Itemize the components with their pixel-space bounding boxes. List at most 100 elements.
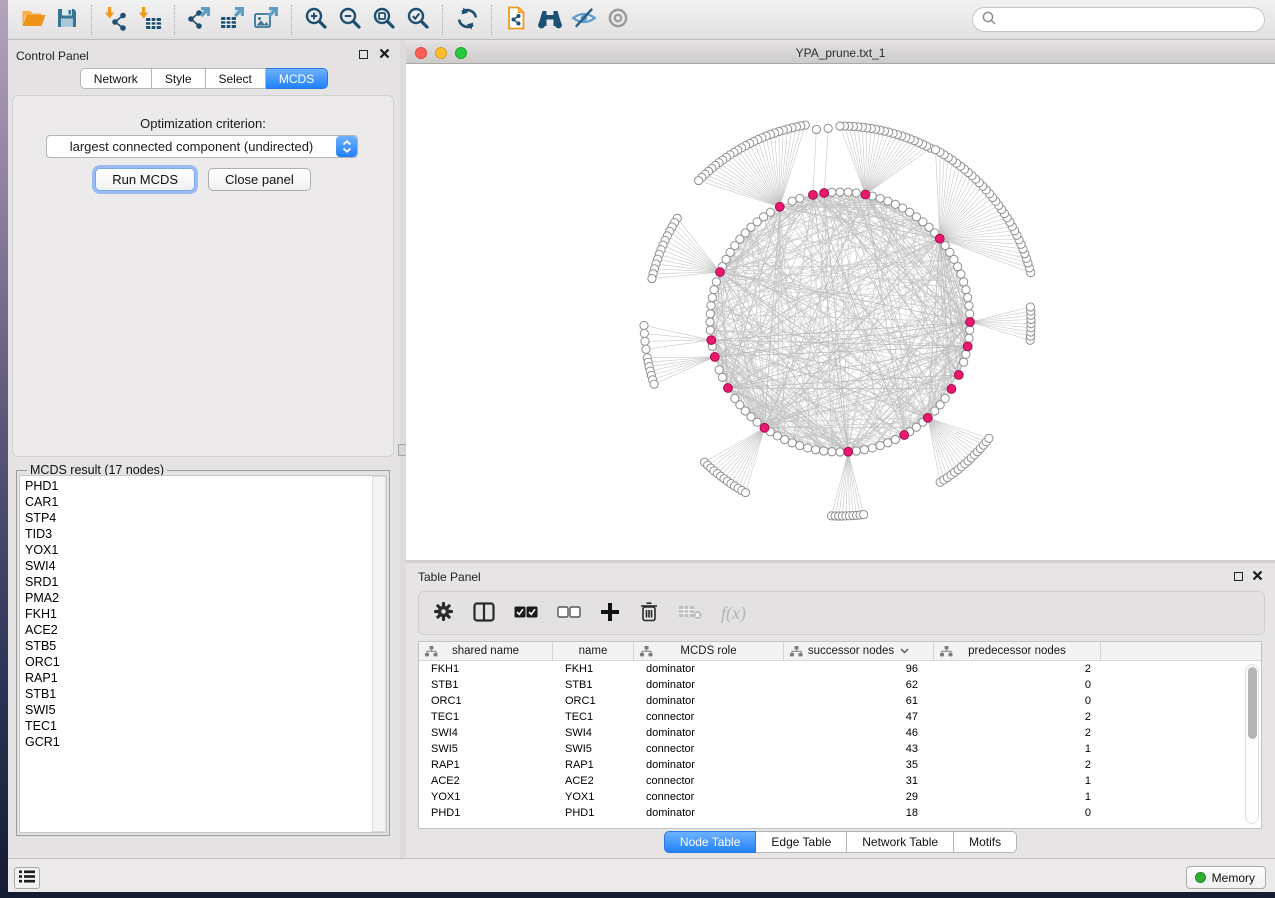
node-table-body[interactable]: FKH1FKH1dominator962STB1STB1dominator620… [419,661,1261,828]
show-panels-menu-button[interactable] [14,867,40,889]
mcds-result-item[interactable]: ORC1 [20,654,386,670]
show-selected-button[interactable] [601,4,635,36]
table-cell: dominator [634,725,784,741]
network-window-titlebar[interactable]: YPA_prune.txt_1 [406,42,1275,64]
export-image-button[interactable] [250,4,284,36]
zoom-out-icon [337,5,363,34]
hide-selected-button[interactable] [567,4,601,36]
table-row[interactable]: SWI4SWI4dominator462 [419,725,1261,741]
mcds-result-item[interactable]: FKH1 [20,606,386,622]
mcds-result-item[interactable]: STB1 [20,686,386,702]
column-header-successor-nodes[interactable]: successor nodes [784,642,934,660]
mcds-result-item[interactable]: SWI4 [20,558,386,574]
table-cell: ORC1 [553,693,634,709]
close-panel-icon[interactable] [379,48,390,62]
tab-mcds[interactable]: MCDS [266,68,328,89]
tree-icon [790,646,803,660]
delete-column-button[interactable] [639,600,659,626]
deselect-all-columns-button[interactable] [557,600,581,626]
table-scrollbar-thumb[interactable] [1248,667,1257,739]
mcds-result-item[interactable]: GCR1 [20,734,386,750]
mcds-result-item[interactable]: SWI5 [20,702,386,718]
tab-network[interactable]: Network [80,68,152,89]
export-network-button[interactable] [182,4,216,36]
column-header-name[interactable]: name [553,642,634,660]
mcds-result-item[interactable]: PMA2 [20,590,386,606]
memory-status-icon [1195,872,1206,883]
memory-button[interactable]: Memory [1186,866,1266,889]
network-canvas[interactable] [406,64,1275,560]
refresh-button[interactable] [450,4,484,36]
window-maximize-button[interactable] [455,47,467,59]
table-row[interactable]: PHD1PHD1dominator180 [419,805,1261,821]
open-file-button[interactable] [16,4,50,36]
table-cell: SWI4 [419,725,553,741]
optimization-criterion-select[interactable]: largest connected component (undirected) [46,135,358,158]
column-header-mcds-role[interactable]: MCDS role [634,642,784,660]
mcds-result-item[interactable]: YOX1 [20,542,386,558]
table-row[interactable]: RAP1RAP1dominator352 [419,757,1261,773]
save-session-button[interactable] [50,4,84,36]
run-mcds-button[interactable]: Run MCDS [95,168,195,191]
table-row[interactable]: ORC1ORC1dominator610 [419,693,1261,709]
mcds-result-item[interactable]: RAP1 [20,670,386,686]
mcds-result-item[interactable]: SRD1 [20,574,386,590]
toolbar-search[interactable] [972,7,1265,32]
mcds-result-item[interactable]: STB5 [20,638,386,654]
table-cell: PHD1 [553,805,634,821]
select-all-columns-button[interactable] [514,600,538,626]
import-table-button[interactable] [133,4,167,36]
trash-icon [639,601,659,626]
table-cell: dominator [634,805,784,821]
mcds-result-item[interactable]: ACE2 [20,622,386,638]
main-toolbar [8,0,1275,40]
tab-network-table[interactable]: Network Table [847,831,954,853]
column-menu-arrow-icon[interactable] [900,645,909,657]
table-row[interactable]: YOX1YOX1connector291 [419,789,1261,805]
mcds-result-item[interactable]: CAR1 [20,494,386,510]
table-row[interactable]: ACE2ACE2connector311 [419,773,1261,789]
zoom-selected-button[interactable] [401,4,435,36]
table-row[interactable]: FKH1FKH1dominator962 [419,661,1261,677]
show-column-pane-button[interactable] [473,600,495,626]
mcds-result-item[interactable]: TEC1 [20,718,386,734]
window-minimize-button[interactable] [435,47,447,59]
table-row[interactable]: STB1STB1dominator620 [419,677,1261,693]
table-scrollbar[interactable] [1245,664,1259,824]
tab-edge-table[interactable]: Edge Table [756,831,847,853]
import-network-button[interactable] [99,4,133,36]
search-input[interactable] [997,13,1256,27]
eye-icon [605,7,631,32]
table-row[interactable]: TEC1TEC1connector472 [419,709,1261,725]
column-header-shared-name[interactable]: shared name [419,642,553,660]
table-settings-button[interactable] [433,600,454,626]
mcds-result-list[interactable]: PHD1CAR1STP4TID3YOX1SWI4SRD1PMA2FKH1ACE2… [19,475,387,833]
mcds-result-scrollbar[interactable] [372,476,386,832]
share-document-button[interactable] [499,4,533,36]
tab-style[interactable]: Style [152,68,206,89]
table-cell: 2 [934,757,1101,773]
search-network-button[interactable] [533,4,567,36]
network-graph[interactable] [406,64,1275,560]
mcds-result-item[interactable]: PHD1 [20,478,386,494]
window-close-button[interactable] [415,47,427,59]
add-column-button[interactable] [600,600,620,626]
zoom-out-button[interactable] [333,4,367,36]
float-panel-icon[interactable] [359,50,368,59]
close-panel-button[interactable]: Close panel [208,168,311,191]
float-table-panel-icon[interactable] [1234,572,1243,581]
tab-node-table[interactable]: Node Table [664,831,757,853]
table-cell: connector [634,741,784,757]
table-row[interactable]: SWI5SWI5connector431 [419,741,1261,757]
export-table-button[interactable] [216,4,250,36]
mcds-result-item[interactable]: TID3 [20,526,386,542]
zoom-in-button[interactable] [299,4,333,36]
tab-select[interactable]: Select [206,68,266,89]
share-document-icon [503,5,529,34]
column-header-predecessor-nodes[interactable]: predecessor nodes [934,642,1101,660]
mcds-result-item[interactable]: STP4 [20,510,386,526]
tab-motifs[interactable]: Motifs [954,831,1017,853]
close-table-panel-icon[interactable] [1252,570,1263,584]
column-header-filler [1101,642,1261,660]
zoom-fit-button[interactable] [367,4,401,36]
